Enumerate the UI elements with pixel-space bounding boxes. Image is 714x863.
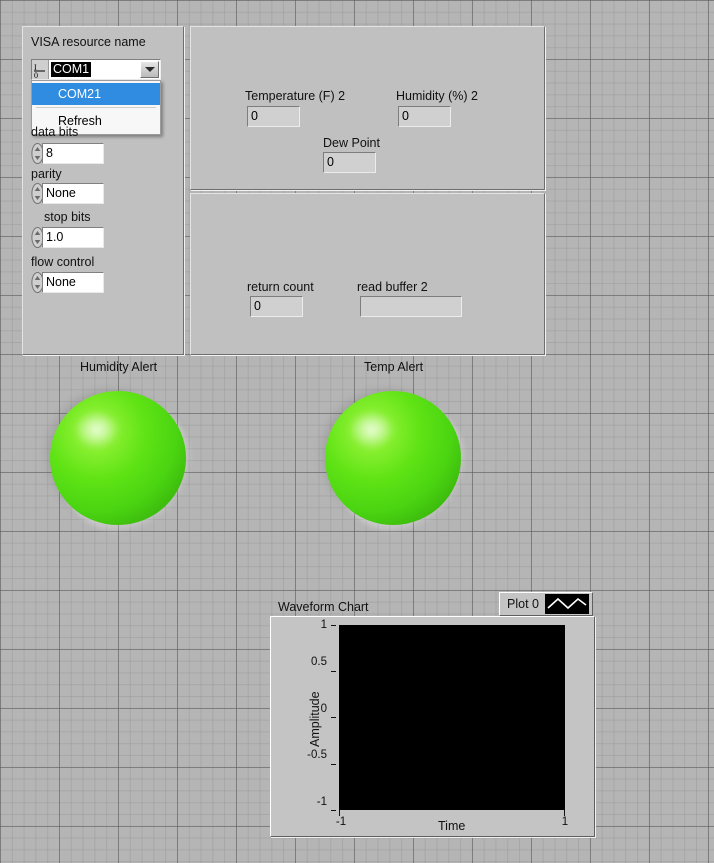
legend-line-swatch[interactable] — [545, 594, 589, 614]
data-bits-input[interactable]: 8 — [42, 143, 104, 164]
legend-entry-label: Plot 0 — [507, 597, 539, 611]
y-tick-mark — [331, 671, 336, 672]
y-tick-mark — [331, 764, 336, 765]
led-specular-highlight — [76, 413, 118, 445]
visa-dropdown-separator — [36, 107, 156, 108]
flow-control-input[interactable]: None — [42, 272, 104, 293]
humidity-alert-led[interactable] — [38, 382, 198, 537]
y-tick-label: 0.5 — [311, 656, 327, 668]
y-tick-label: -1 — [316, 796, 327, 808]
temp-alert-led[interactable] — [313, 382, 473, 537]
chart-plot-area[interactable] — [339, 625, 565, 810]
waveform-chart[interactable]: Amplitude 1 0.5 0 -0.5 -1 -1 1 Time — [270, 616, 595, 837]
visa-dropdown-arrow-button[interactable] — [140, 61, 159, 78]
parity-input[interactable]: None — [42, 183, 104, 204]
serial-status-panel — [190, 193, 545, 355]
y-tick-label: 1 — [320, 619, 327, 631]
humidity-label: Humidity (%) 2 — [396, 89, 478, 103]
led-indicator-ball — [325, 391, 461, 525]
chart-x-axis-title: Time — [438, 819, 466, 833]
x-tick-label: 1 — [561, 816, 569, 828]
visa-dropdown-item-com21[interactable]: COM21 — [32, 83, 160, 105]
waveform-chart-title: Waveform Chart — [278, 600, 369, 614]
visa-resource-name-label: VISA resource name — [31, 35, 146, 49]
temperature-indicator: 0 — [247, 106, 300, 127]
y-tick-mark — [331, 810, 336, 811]
stop-bits-input[interactable]: 1.0 — [42, 227, 104, 248]
chart-plot-legend[interactable]: Plot 0 — [499, 592, 593, 616]
y-tick-mark — [331, 717, 336, 718]
data-bits-label: data bits — [31, 125, 79, 139]
return-count-indicator: 0 — [250, 296, 303, 317]
visa-resource-name-combo[interactable]: I 0 COM1 — [31, 59, 161, 80]
led-specular-highlight — [351, 413, 393, 445]
visa-selected-value-wrap: COM1 — [49, 60, 139, 79]
return-count-label: return count — [247, 280, 314, 294]
dew-point-indicator: 0 — [323, 152, 376, 173]
chart-y-axis-title: Amplitude — [308, 691, 322, 747]
visa-selected-value: COM1 — [51, 62, 92, 77]
io-icon: I 0 — [32, 60, 49, 79]
flow-control-label: flow control — [31, 255, 95, 269]
led-indicator-ball — [50, 391, 186, 525]
labview-front-panel: VISA resource name I 0 COM1 COM21 Refres… — [0, 0, 714, 863]
y-tick-mark — [331, 625, 336, 626]
read-buffer-indicator — [360, 296, 462, 317]
humidity-indicator: 0 — [398, 106, 451, 127]
read-buffer-label: read buffer 2 — [357, 280, 428, 294]
stop-bits-label: stop bits — [44, 210, 91, 224]
temp-alert-label: Temp Alert — [364, 360, 424, 374]
parity-label: parity — [31, 167, 62, 181]
humidity-alert-label: Humidity Alert — [80, 360, 158, 374]
y-tick-label: 0 — [320, 703, 327, 715]
y-tick-label: -0.5 — [307, 749, 327, 761]
chevron-down-icon — [144, 67, 155, 72]
svg-text:0: 0 — [34, 71, 38, 79]
x-tick-label: -1 — [335, 816, 347, 828]
dew-point-label: Dew Point — [323, 136, 380, 150]
temperature-label: Temperature (F) 2 — [245, 89, 346, 103]
